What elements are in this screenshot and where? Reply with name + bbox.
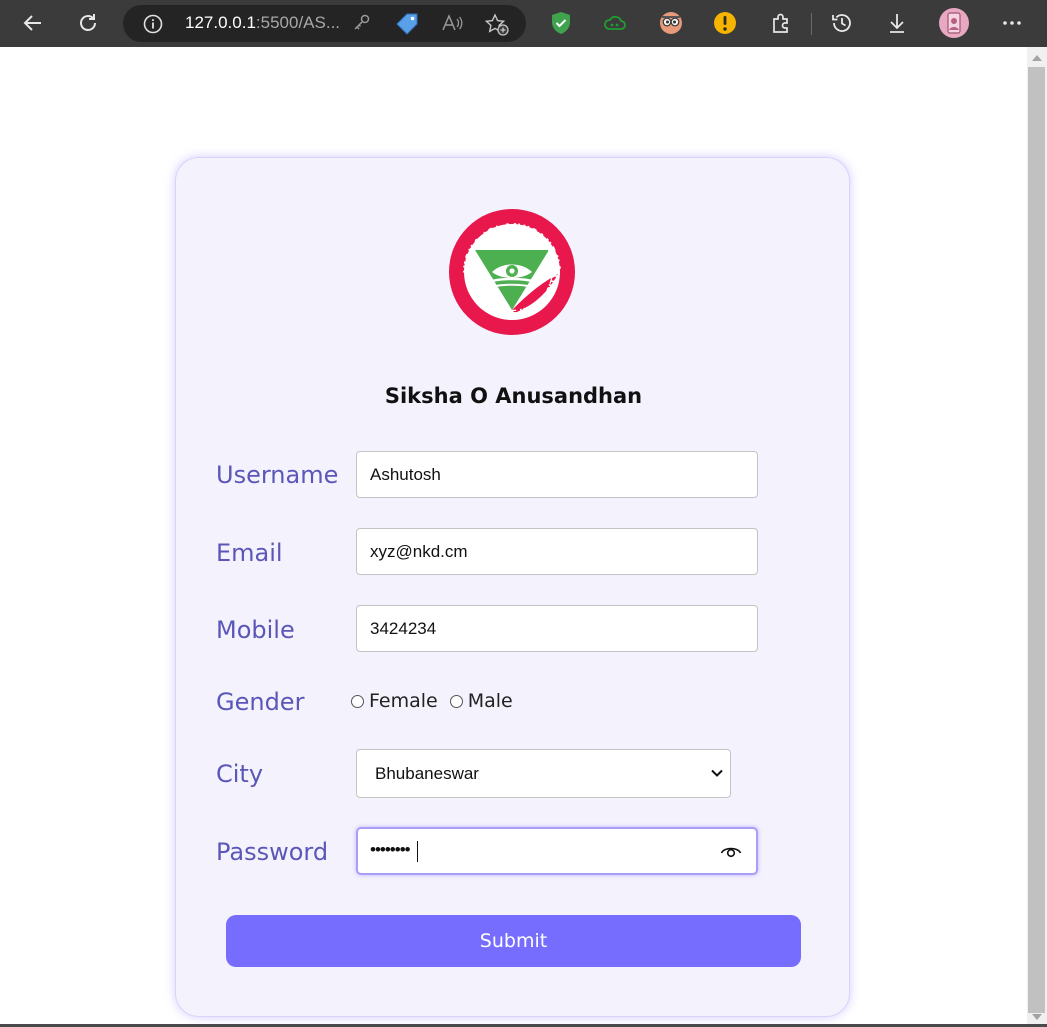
show-password-eye-icon[interactable] xyxy=(720,843,742,859)
browser-toolbar: 127.0.0.1:5500/AS... xyxy=(0,0,1047,47)
university-logo: SIKSHA 'O' ANUSANDHAN (DEEMED TO BE UNIV… xyxy=(448,208,575,335)
username-label: Username xyxy=(216,461,339,489)
gender-female-radio[interactable] xyxy=(351,694,364,708)
url-host: 127.0.0.1 xyxy=(185,13,256,32)
scroll-up-arrow-icon[interactable] xyxy=(1032,55,1042,61)
mobile-input[interactable] xyxy=(356,605,758,652)
url-text[interactable]: 127.0.0.1:5500/AS... xyxy=(185,13,340,33)
toolbar-separator xyxy=(811,13,812,35)
info-icon[interactable] xyxy=(143,14,163,38)
submit-button[interactable]: Submit xyxy=(226,915,801,967)
key-icon[interactable] xyxy=(352,13,372,37)
exclamation-extension-icon[interactable] xyxy=(709,8,741,38)
email-label: Email xyxy=(216,539,283,567)
shield-extension-icon[interactable] xyxy=(545,8,577,38)
gender-label: Gender xyxy=(216,688,305,716)
more-icon[interactable] xyxy=(996,8,1028,38)
extensions-icon[interactable] xyxy=(765,8,797,38)
gender-male-label[interactable]: Male xyxy=(468,690,513,712)
text-caret xyxy=(417,841,418,862)
address-bar[interactable]: 127.0.0.1:5500/AS... xyxy=(123,5,526,42)
gender-female-label[interactable]: Female xyxy=(369,690,438,712)
glasses-extension-icon[interactable] xyxy=(655,8,687,38)
vertical-scrollbar[interactable] xyxy=(1027,47,1047,1025)
form-title: Siksha O Anusandhan xyxy=(384,384,643,408)
favorite-add-icon[interactable] xyxy=(484,13,510,41)
read-aloud-icon[interactable] xyxy=(441,13,463,37)
history-icon[interactable] xyxy=(826,8,858,38)
profile-avatar[interactable] xyxy=(938,8,970,38)
password-label: Password xyxy=(216,838,329,866)
scroll-down-arrow-icon[interactable] xyxy=(1032,1014,1042,1020)
page-viewport: SIKSHA 'O' ANUSANDHAN (DEEMED TO BE UNIV… xyxy=(0,47,1027,1025)
gender-radio-group: Female Male xyxy=(349,690,523,712)
password-masked-value: •••••••• xyxy=(370,840,411,859)
email-input[interactable] xyxy=(356,528,758,575)
username-input[interactable] xyxy=(356,451,758,498)
refresh-icon[interactable] xyxy=(72,8,104,38)
registration-form-card: SIKSHA 'O' ANUSANDHAN (DEEMED TO BE UNIV… xyxy=(175,157,850,1017)
chevron-down-icon xyxy=(711,769,723,777)
url-path: :5500/AS... xyxy=(255,13,341,32)
gender-male-radio[interactable] xyxy=(449,694,463,708)
scrollbar-thumb[interactable] xyxy=(1028,67,1045,1013)
city-label: City xyxy=(216,760,264,788)
back-icon[interactable] xyxy=(17,8,49,38)
city-selected-value: Bhubaneswar xyxy=(375,763,479,783)
password-input[interactable]: •••••••• xyxy=(356,827,758,875)
download-icon[interactable] xyxy=(881,8,913,38)
city-select[interactable]: Bhubaneswar xyxy=(356,749,731,798)
tag-icon[interactable] xyxy=(395,13,419,39)
cloud-extension-icon[interactable] xyxy=(599,8,631,38)
mobile-label: Mobile xyxy=(216,616,295,644)
